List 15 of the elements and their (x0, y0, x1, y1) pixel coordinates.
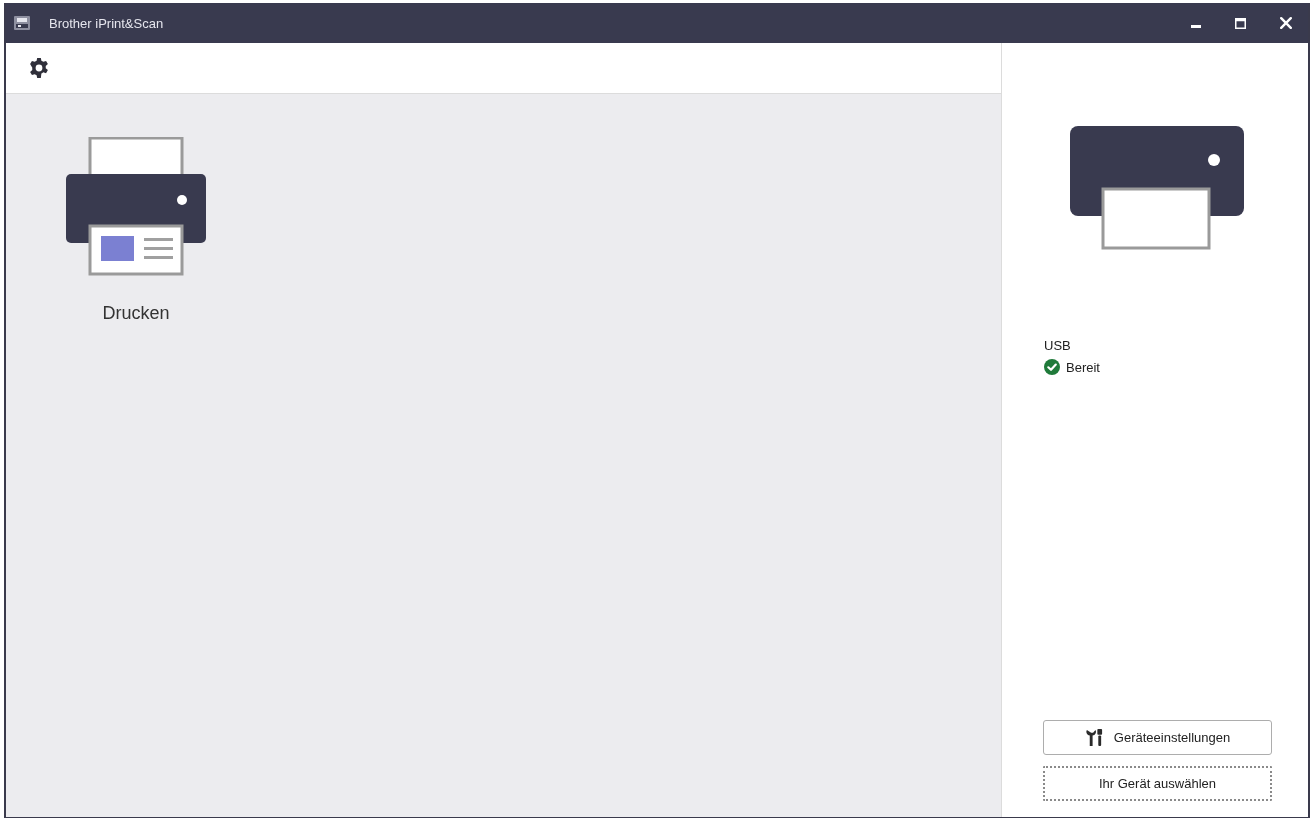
select-device-button[interactable]: Ihr Gerät auswählen (1043, 766, 1272, 801)
device-status: Bereit (1066, 359, 1100, 375)
check-icon (1044, 359, 1060, 375)
printer-icon (1070, 126, 1244, 250)
close-icon (1279, 17, 1292, 29)
minimize-icon (1190, 24, 1201, 28)
connection-type: USB (1044, 338, 1071, 353)
window-title: Brother iPrint&Scan (49, 15, 164, 31)
maximize-icon (1235, 17, 1246, 29)
print-tile[interactable]: Drucken (62, 137, 210, 324)
tools-icon (1084, 728, 1104, 747)
device-settings-button[interactable]: Geräteeinstellungen (1043, 720, 1272, 755)
settings-icon (28, 57, 50, 79)
printer-scanner-icon (14, 16, 30, 30)
printer-icon (66, 137, 206, 277)
